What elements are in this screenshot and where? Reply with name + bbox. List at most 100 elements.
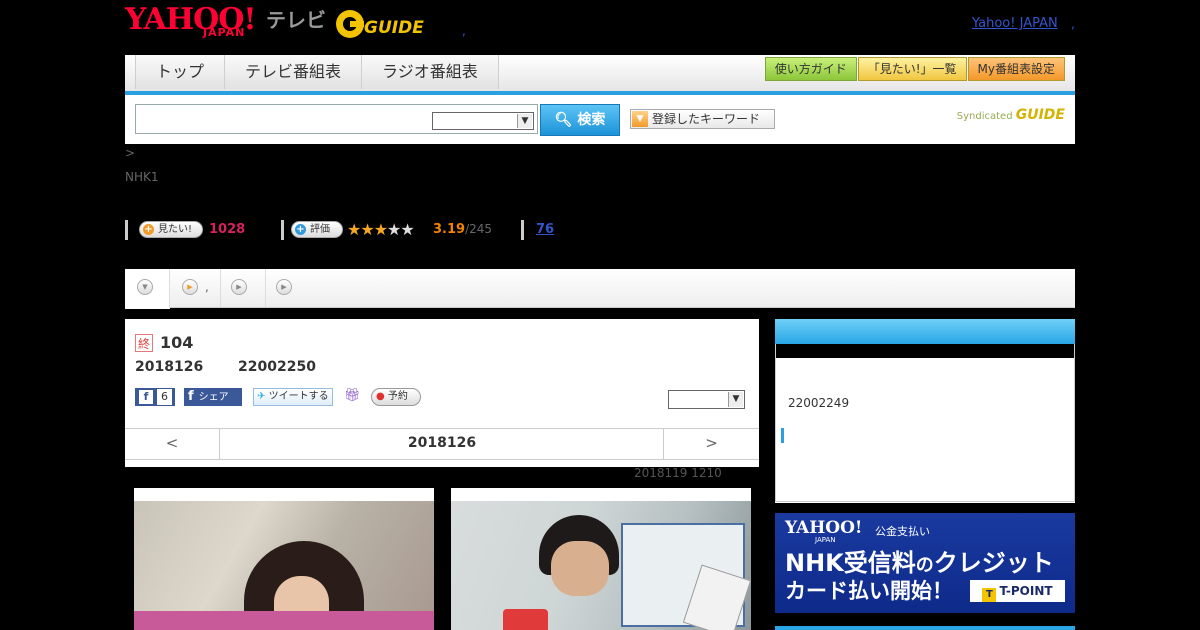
program-photo-2[interactable] [451, 488, 751, 630]
program-photo-2-image [451, 501, 751, 630]
next-date-button[interactable]: > [663, 429, 759, 459]
banner-subtitle: 公金支払い [875, 525, 930, 538]
record-dot-icon: ● [376, 391, 385, 402]
rate-button-label: 評価 [310, 224, 330, 235]
side-panel-frame [775, 344, 1075, 502]
syndicated-gguide-logo: Syndicated GUIDE [957, 107, 1065, 123]
want-list-button[interactable]: 「見たい!」一覧 [857, 57, 967, 81]
date-navigator: < 2018126 > [125, 428, 759, 460]
stats-divider [521, 220, 524, 240]
rating-score: 3.19 [433, 222, 466, 237]
program-photo-1-image [134, 501, 434, 630]
facebook-like-count: 6 [157, 389, 172, 405]
gguide-logo-text: GUIDE [364, 18, 424, 38]
search-icon: 🔍︎ [554, 112, 573, 128]
search-button-label: 検索 [577, 112, 606, 128]
banner-headline-part-3: クレジット [933, 549, 1054, 577]
tab-tv-schedule[interactable]: テレビ番組表 [225, 55, 363, 89]
program-stats: + 見たい! 1028 + 評価 ★★★★★ 3.19/245 76 [125, 220, 725, 240]
side-panel-time: 22002249 [788, 396, 850, 410]
final-episode-badge: 終 [135, 334, 153, 352]
subtab-2-label: , [205, 280, 209, 294]
star-icon: ★ [387, 220, 401, 239]
stats-divider [125, 220, 128, 240]
facebook-share-label: シェア [198, 392, 229, 403]
banner-headline-part-1: NHK受信料 [785, 549, 916, 577]
tab-top[interactable]: トップ [136, 55, 226, 89]
subtab-3[interactable]: ▶ [221, 269, 266, 307]
prev-date-button[interactable]: < [125, 429, 220, 459]
my-schedule-settings-button[interactable]: My番組表設定 [967, 57, 1065, 81]
subtab-4[interactable]: ▶ [266, 269, 310, 307]
yahoo-japan-link[interactable]: Yahoo! JAPAN [972, 16, 1058, 31]
subtab-2[interactable]: ▶ , [170, 269, 221, 307]
star-icon: ★ [360, 220, 374, 239]
chevron-down-icon: ▼ [632, 111, 648, 127]
recorder-select[interactable]: ▼ [668, 390, 745, 409]
search-bar: ▼ 🔍︎ 検索 ▼ 登録したキーワード Syndicated GUIDE [125, 95, 1075, 144]
chevron-down-icon: ▼ [728, 392, 743, 407]
rating-stars: ★★★★★ [347, 220, 415, 239]
updated-timestamp: 2018119 1210 [634, 466, 722, 480]
play-icon: ▶ [276, 279, 292, 295]
registered-keywords-button[interactable]: ▼ 登録したキーワード [630, 109, 775, 129]
nav-right-buttons: 使い方ガイド 「見たい!」一覧 My番組表設定 [764, 57, 1065, 81]
stats-divider [281, 220, 284, 240]
rating-total: /245 [465, 222, 493, 236]
twitter-bird-icon: ✈ [257, 391, 266, 402]
tpoint-label: T-POINT [999, 584, 1053, 598]
gift-icon[interactable]: 🎁︎ [344, 388, 361, 404]
play-icon: ▶ [182, 279, 198, 295]
reviews-count-link[interactable]: 76 [536, 222, 554, 237]
syndicated-logo-text: GUIDE [1015, 107, 1065, 123]
syndicated-label: Syndicated [956, 111, 1013, 122]
usage-guide-button[interactable]: 使い方ガイド [764, 57, 857, 81]
program-photo-1[interactable] [134, 488, 434, 630]
tpoint-icon: T [982, 588, 997, 602]
reserve-button[interactable]: ● 予約 [371, 388, 421, 406]
rate-button[interactable]: + 評価 [291, 221, 343, 238]
air-time: 22002250 [238, 359, 316, 375]
gguide-logo[interactable]: GUIDE [334, 8, 432, 40]
program-title: 104 [160, 333, 194, 352]
subtab-1[interactable]: ▼ [125, 269, 170, 309]
facebook-share-button[interactable]: f シェア [184, 388, 242, 406]
nhk-credit-banner[interactable]: YAHOO! JAPAN 公金支払い NHK受信料のクレジット カード払い開始！… [775, 513, 1075, 613]
star-icon: ★ [373, 220, 388, 239]
program-subtabs: ▼ ▶ , ▶ ▶ [125, 269, 1075, 309]
search-category-select[interactable]: ▼ [432, 112, 534, 130]
side-panel: 22002249 [775, 319, 1075, 503]
want-button-label: 見たい! [158, 224, 193, 235]
photo-figure-face [551, 541, 609, 596]
chevron-down-icon: ▼ [517, 114, 532, 128]
tweet-button[interactable]: ✈ ツイートする [253, 388, 333, 406]
facebook-like-button[interactable]: f6 [135, 388, 175, 406]
banner-subheadline: カード払い開始！ [785, 579, 953, 603]
star-icon: ★ [347, 220, 361, 239]
air-date: 2018126 [135, 359, 204, 375]
search-button[interactable]: 🔍︎ 検索 [540, 104, 620, 136]
side-panel-marker [781, 428, 784, 443]
banner-headline-part-2: の [915, 555, 934, 576]
photo-cup [503, 609, 548, 630]
plus-icon: + [295, 224, 306, 235]
gguide-logo-icon: GUIDE [336, 10, 424, 38]
main-navbar: トップ テレビ番組表 ラジオ番組表 使い方ガイド 「見たい!」一覧 My番組表設… [125, 55, 1075, 95]
breadcrumb: > [125, 146, 136, 160]
channel-name: NHK1 [125, 170, 159, 184]
tv-logo-label[interactable]: テレビ [266, 9, 326, 31]
facebook-icon: f [188, 389, 194, 404]
plus-icon: + [143, 224, 154, 235]
yahoo-japan-logo-text: JAPAN [203, 26, 246, 39]
banner-headline: NHK受信料のクレジット [785, 543, 1054, 578]
side-panel-header [775, 319, 1075, 344]
nav-tabs: トップ テレビ番組表 ラジオ番組表 [135, 55, 499, 89]
want-button[interactable]: + 見たい! [139, 221, 203, 238]
header-separator-2: , [462, 24, 466, 38]
tab-radio-schedule[interactable]: ラジオ番組表 [362, 55, 499, 89]
chevron-down-icon: ▼ [137, 279, 153, 295]
tpoint-badge: T T-POINT [970, 580, 1065, 602]
registered-keywords-label: 登録したキーワード [652, 112, 761, 126]
facebook-icon: f [139, 390, 153, 404]
bottom-strip [775, 626, 1075, 630]
